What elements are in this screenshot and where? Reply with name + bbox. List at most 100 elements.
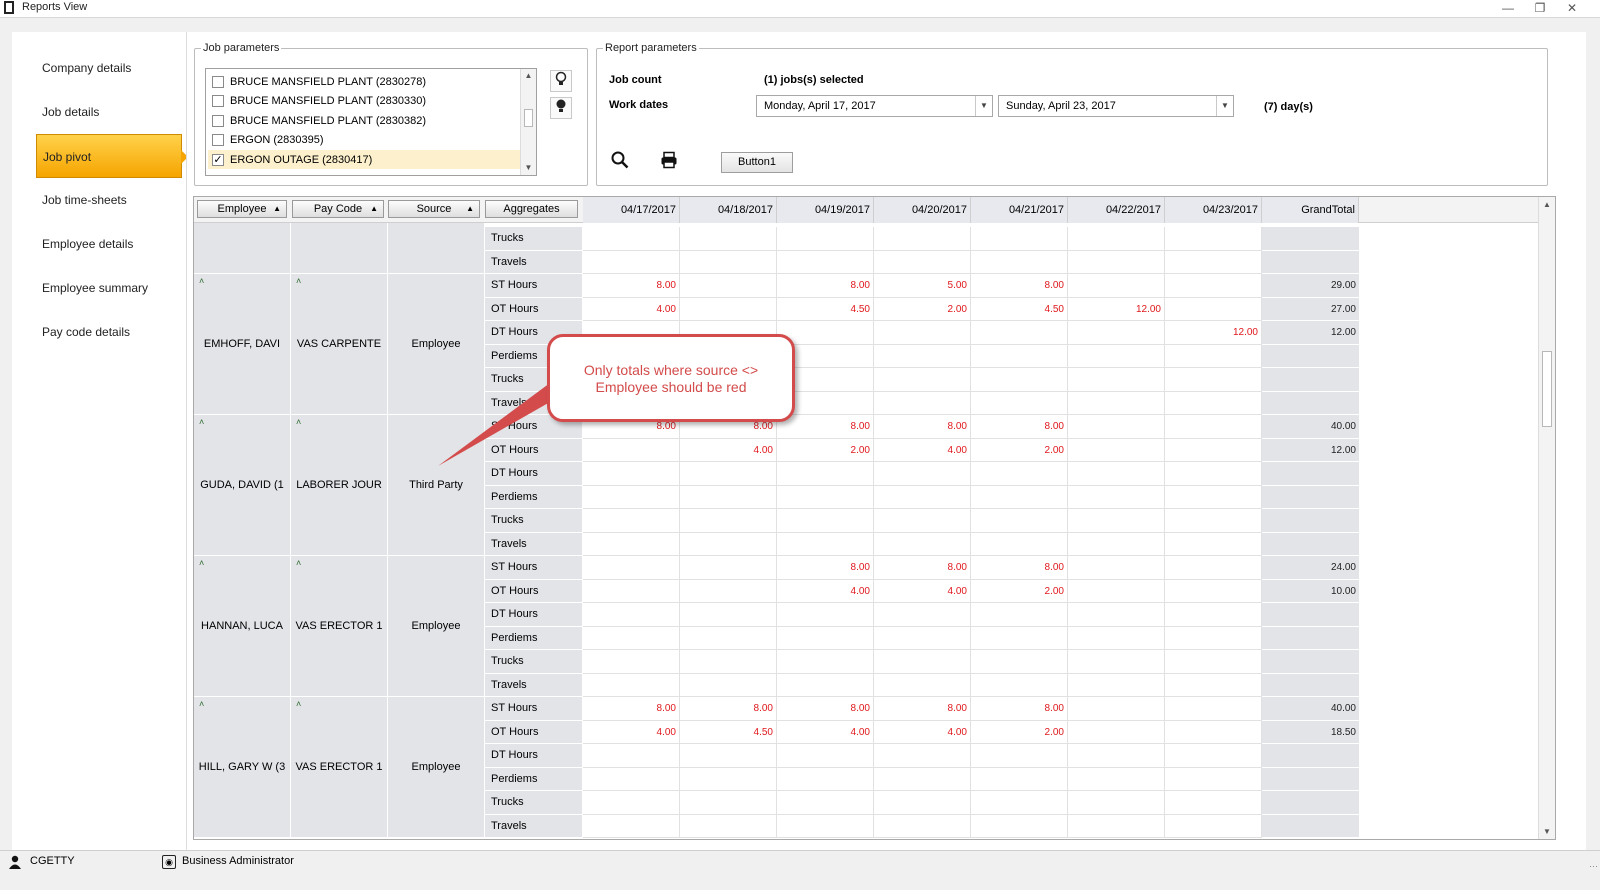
value-cell[interactable] bbox=[1165, 297, 1262, 321]
value-cell[interactable]: 4.00 bbox=[874, 579, 971, 603]
value-cell[interactable] bbox=[874, 227, 971, 251]
value-cell[interactable]: 8.00 bbox=[777, 274, 874, 298]
value-cell[interactable] bbox=[1165, 415, 1262, 439]
value-cell[interactable] bbox=[1068, 720, 1165, 744]
value-cell[interactable] bbox=[874, 532, 971, 556]
value-cell[interactable] bbox=[1165, 344, 1262, 368]
chevron-down-icon[interactable]: ▼ bbox=[1216, 96, 1233, 116]
date-column-header[interactable]: 04/22/2017 bbox=[1068, 197, 1165, 223]
value-cell[interactable] bbox=[971, 321, 1068, 345]
value-cell[interactable] bbox=[971, 814, 1068, 838]
value-cell[interactable] bbox=[1068, 509, 1165, 533]
value-cell[interactable]: 4.00 bbox=[583, 720, 680, 744]
minimize-icon[interactable]: — bbox=[1492, 0, 1524, 18]
value-cell[interactable] bbox=[1165, 438, 1262, 462]
end-date-picker[interactable]: Sunday, April 23, 2017 ▼ bbox=[998, 95, 1234, 117]
value-cell[interactable] bbox=[874, 321, 971, 345]
value-cell[interactable] bbox=[874, 814, 971, 838]
value-cell[interactable] bbox=[1165, 485, 1262, 509]
scroll-down-icon[interactable]: ▼ bbox=[1539, 824, 1555, 839]
value-cell[interactable]: 8.00 bbox=[874, 697, 971, 721]
expand-collapse-icon[interactable]: ˄ bbox=[199, 699, 204, 709]
value-cell[interactable]: 4.00 bbox=[777, 720, 874, 744]
close-icon[interactable]: ✕ bbox=[1556, 0, 1588, 18]
aggregates-field-button[interactable]: Aggregates bbox=[485, 200, 578, 218]
value-cell[interactable] bbox=[874, 744, 971, 768]
value-cell[interactable] bbox=[1068, 274, 1165, 298]
resize-grip-icon[interactable]: ⋯ bbox=[1589, 861, 1598, 872]
checkbox[interactable] bbox=[212, 133, 224, 146]
start-date-picker[interactable]: Monday, April 17, 2017 ▼ bbox=[756, 95, 993, 117]
value-cell[interactable] bbox=[777, 250, 874, 274]
value-cell[interactable] bbox=[971, 791, 1068, 815]
value-cell[interactable] bbox=[971, 650, 1068, 674]
value-cell[interactable] bbox=[680, 579, 777, 603]
value-cell[interactable]: 8.00 bbox=[971, 556, 1068, 580]
sidebar-item-company-details[interactable]: Company details bbox=[36, 46, 182, 90]
value-cell[interactable]: 2.00 bbox=[777, 438, 874, 462]
value-cell[interactable] bbox=[1165, 697, 1262, 721]
value-cell[interactable] bbox=[583, 767, 680, 791]
value-cell[interactable] bbox=[874, 626, 971, 650]
job-item[interactable]: ✓ ERGON OUTAGE (2830417) bbox=[208, 150, 522, 169]
value-cell[interactable] bbox=[1165, 556, 1262, 580]
value-cell[interactable]: 2.00 bbox=[971, 579, 1068, 603]
value-cell[interactable] bbox=[777, 744, 874, 768]
value-cell[interactable]: 4.00 bbox=[874, 720, 971, 744]
value-cell[interactable] bbox=[971, 344, 1068, 368]
job-item[interactable]: BRUCE MANSFIELD PLANT (2830278) bbox=[208, 72, 522, 91]
value-cell[interactable] bbox=[583, 603, 680, 627]
value-cell[interactable] bbox=[777, 509, 874, 533]
value-cell[interactable]: 4.00 bbox=[680, 438, 777, 462]
value-cell[interactable] bbox=[583, 814, 680, 838]
expand-collapse-icon[interactable]: ˄ bbox=[199, 417, 204, 427]
pay-code-row-header[interactable]: ˄ LABORER JOUR bbox=[291, 415, 388, 556]
value-cell[interactable]: 4.00 bbox=[777, 579, 874, 603]
employee-row-header[interactable]: ˄ HANNAN, LUCA bbox=[194, 556, 291, 697]
value-cell[interactable] bbox=[583, 650, 680, 674]
value-cell[interactable] bbox=[1165, 227, 1262, 251]
lightbulb-on-icon[interactable] bbox=[550, 97, 572, 119]
value-cell[interactable]: 8.00 bbox=[583, 697, 680, 721]
value-cell[interactable]: 4.50 bbox=[680, 720, 777, 744]
pay-code-row-header[interactable]: ˄ VAS ERECTOR 1 bbox=[291, 697, 388, 838]
value-cell[interactable] bbox=[777, 814, 874, 838]
sidebar-item-employee-summary[interactable]: Employee summary bbox=[36, 266, 182, 310]
value-cell[interactable] bbox=[971, 509, 1068, 533]
value-cell[interactable] bbox=[971, 368, 1068, 392]
value-cell[interactable] bbox=[680, 626, 777, 650]
value-cell[interactable]: 8.00 bbox=[874, 556, 971, 580]
value-cell[interactable]: 2.00 bbox=[971, 438, 1068, 462]
value-cell[interactable] bbox=[1068, 673, 1165, 697]
value-cell[interactable] bbox=[1068, 438, 1165, 462]
value-cell[interactable] bbox=[583, 532, 680, 556]
value-cell[interactable] bbox=[777, 603, 874, 627]
employee-row-header[interactable]: ˄ HILL, GARY W (3 bbox=[194, 697, 291, 838]
job-item[interactable]: ERGON (2830395) bbox=[208, 130, 522, 149]
value-cell[interactable] bbox=[874, 485, 971, 509]
value-cell[interactable] bbox=[680, 227, 777, 251]
value-cell[interactable]: 8.00 bbox=[777, 697, 874, 721]
date-column-header[interactable]: 04/21/2017 bbox=[971, 197, 1068, 223]
employee-row-header[interactable]: ˄ EMHOFF, DAVI bbox=[194, 274, 291, 415]
value-cell[interactable] bbox=[874, 767, 971, 791]
source-field-button[interactable]: Source ▲ bbox=[388, 200, 480, 218]
value-cell[interactable] bbox=[874, 673, 971, 697]
sidebar-item-pay-code-details[interactable]: Pay code details bbox=[36, 310, 182, 354]
value-cell[interactable] bbox=[1068, 485, 1165, 509]
lightbulb-off-icon[interactable] bbox=[550, 70, 572, 92]
value-cell[interactable] bbox=[583, 462, 680, 486]
value-cell[interactable] bbox=[874, 509, 971, 533]
value-cell[interactable] bbox=[874, 391, 971, 415]
value-cell[interactable] bbox=[1068, 462, 1165, 486]
value-cell[interactable] bbox=[583, 673, 680, 697]
value-cell[interactable] bbox=[971, 603, 1068, 627]
expand-collapse-icon[interactable]: ˄ bbox=[199, 558, 204, 568]
sidebar-item-employee-details[interactable]: Employee details bbox=[36, 222, 182, 266]
value-cell[interactable] bbox=[971, 250, 1068, 274]
expand-collapse-icon[interactable]: ˄ bbox=[296, 558, 301, 568]
value-cell[interactable] bbox=[1068, 368, 1165, 392]
value-cell[interactable] bbox=[680, 814, 777, 838]
button1[interactable]: Button1 bbox=[721, 152, 793, 173]
value-cell[interactable]: 5.00 bbox=[874, 274, 971, 298]
